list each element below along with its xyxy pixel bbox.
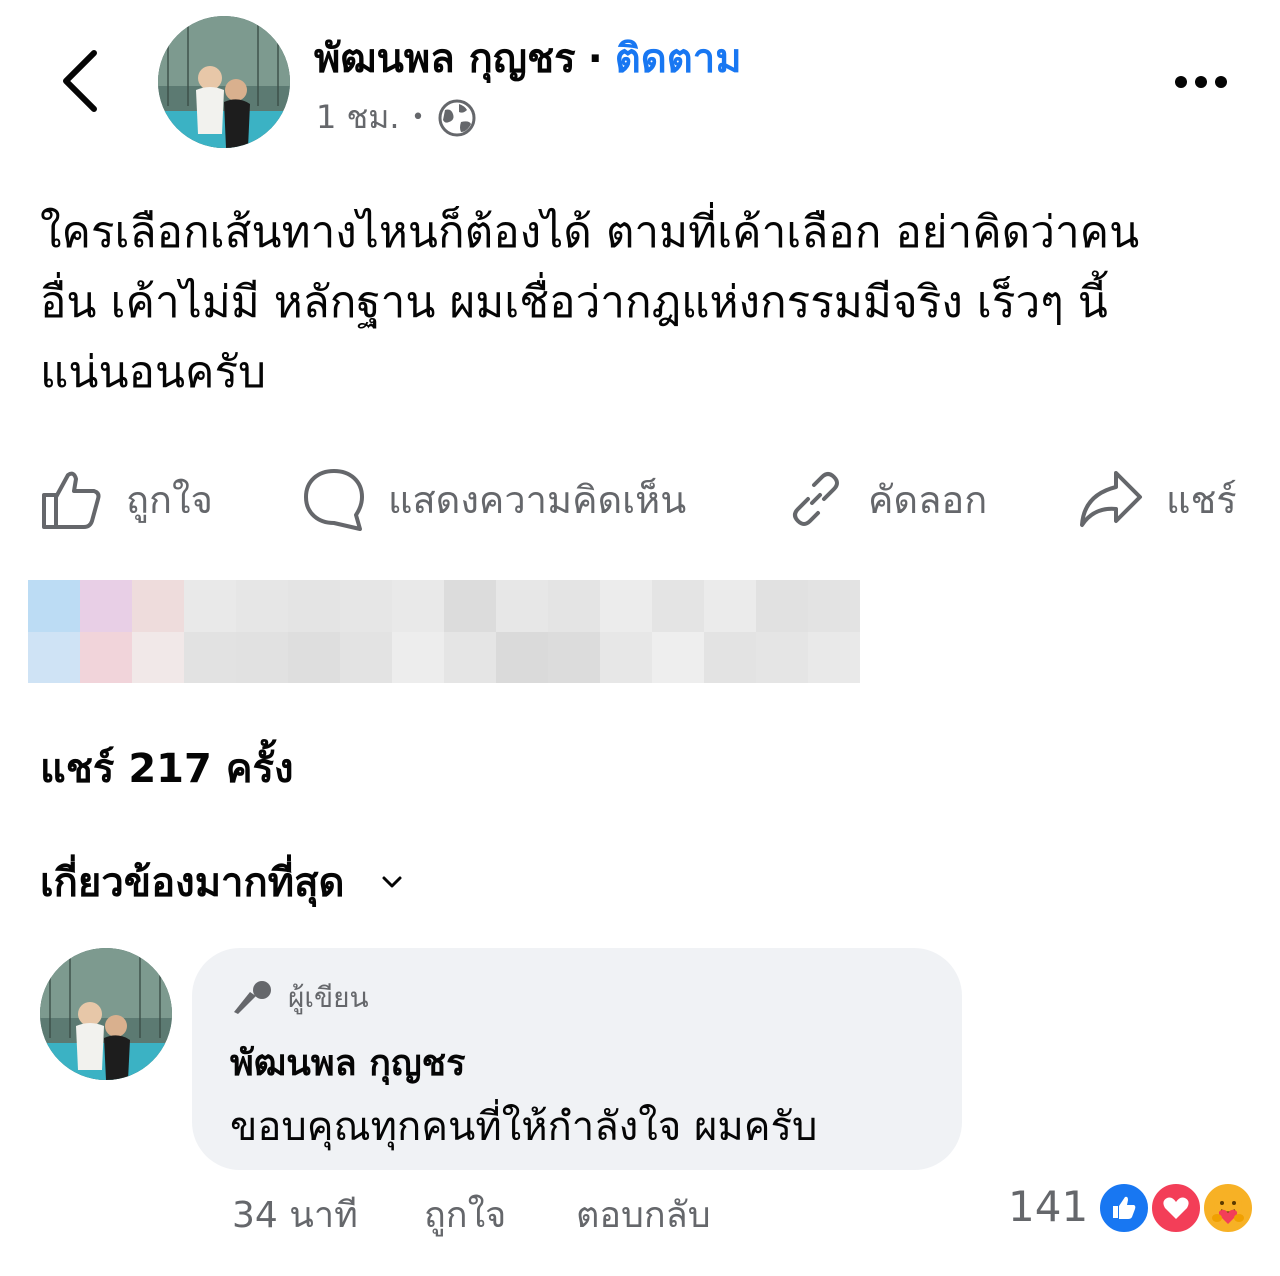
comment-text: ขอบคุณทุกคนที่ให้กำลังใจ ผมครับ [230, 1104, 818, 1150]
like-label: ถูกใจ [126, 477, 213, 522]
microphone-icon [234, 981, 271, 1014]
sort-selected-label: เกี่ยวข้องมากที่สุด [40, 860, 345, 906]
link-icon [793, 472, 839, 526]
post-meta: 1 ชม. • [316, 92, 477, 143]
post-author-line: พัฒนพล กุญชร · ติดตาม [314, 26, 742, 90]
comment-author-name[interactable]: พัฒนพล กุญชร [230, 1034, 465, 1091]
thumbs-up-icon [42, 471, 101, 529]
love-reaction-icon [1148, 1180, 1204, 1236]
like-reaction-icon [1096, 1180, 1152, 1236]
more-options-button[interactable] [1166, 62, 1236, 102]
share-label: แชร์ [1166, 477, 1237, 522]
more-dot-icon [1175, 76, 1187, 88]
censored-reactions-bar [28, 580, 860, 683]
care-reaction-icon [1200, 1180, 1256, 1236]
comment-bubble-icon [304, 469, 364, 531]
share-count[interactable]: แชร์ 217 ครั้ง [40, 736, 294, 800]
author-avatar[interactable] [158, 16, 290, 148]
author-badge: ผู้เขียน [232, 976, 369, 1020]
separator-dot: · [587, 36, 603, 82]
commenter-avatar[interactable] [40, 948, 172, 1080]
like-button[interactable]: ถูกใจ [40, 462, 213, 536]
author-name[interactable]: พัฒนพล กุญชร [314, 26, 576, 90]
globe-icon [438, 99, 475, 136]
copy-link-button[interactable]: คัดลอก [786, 462, 987, 536]
post-text-line: แน่นอนครับ [40, 347, 267, 398]
copy-label: คัดลอก [868, 477, 988, 522]
comments-sort-dropdown[interactable]: เกี่ยวข้องมากที่สุด [40, 850, 403, 914]
comment-label: แสดงความคิดเห็น [388, 477, 687, 522]
comment-reaction-count[interactable]: 141 [1008, 1182, 1088, 1231]
follow-button[interactable]: ติดตาม [615, 26, 742, 90]
comment-time[interactable]: 34 นาที [232, 1186, 358, 1243]
chevron-down-icon [382, 876, 401, 888]
post-text-line: อื่น เค้าไม่มี หลักฐาน ผมเชื่อว่ากฎแห่งก… [40, 277, 1108, 328]
back-button[interactable] [52, 46, 108, 116]
comment-like-button[interactable]: ถูกใจ [424, 1186, 506, 1243]
more-dot-icon [1195, 76, 1207, 88]
comment-reply-button[interactable]: ตอบกลับ [576, 1186, 711, 1243]
more-dot-icon [1215, 76, 1227, 88]
share-arrow-icon [1080, 471, 1142, 527]
comment-button[interactable]: แสดงความคิดเห็น [302, 462, 686, 536]
share-button[interactable]: แชร์ [1078, 462, 1237, 536]
post-text-line: ใครเลือกเส้นทางไหนก็ต้องได้ ตามที่เค้าเล… [40, 207, 1140, 258]
post-text: ใครเลือกเส้นทางไหนก็ต้องได้ ตามที่เค้าเล… [40, 198, 1240, 408]
back-arrow-icon [63, 50, 97, 112]
comment-reactions[interactable] [1096, 1180, 1256, 1240]
post-time[interactable]: 1 ชม. [316, 92, 400, 143]
meta-separator: • [411, 105, 425, 130]
author-badge-label: ผู้เขียน [288, 981, 369, 1014]
